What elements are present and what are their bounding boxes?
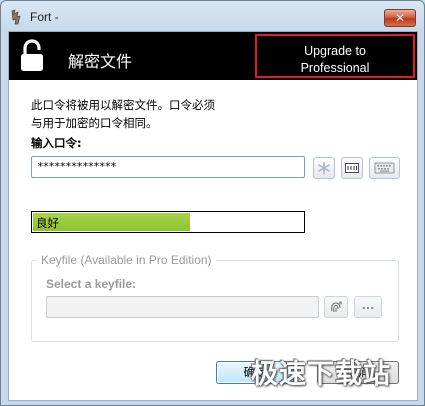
strength-label: 良好: [36, 216, 59, 230]
select-keyfile-label: Select a keyfile:: [46, 277, 137, 291]
keyfile-path-input[interactable]: [46, 296, 319, 318]
description-line-2: 与用于加密的口令相同。: [31, 116, 158, 130]
header-banner: 解密文件 Upgrade to Professional: [9, 32, 417, 80]
virtual-keyboard-button[interactable]: [369, 157, 400, 179]
description-text: 此口令将被用以解密文件。口令必须 与用于加密的口令相同。: [31, 96, 351, 132]
browse-keyfile-button[interactable]: ...: [354, 296, 382, 318]
upgrade-to-professional-link[interactable]: Upgrade to Professional: [255, 34, 415, 78]
fort-dialog-window: Fort - ✕ 解密文件 Upgrade to Professional 此口…: [0, 0, 425, 406]
fort-app-icon: [11, 9, 21, 25]
upgrade-line-2: Professional: [300, 61, 370, 75]
watermark-text: 极速下载站: [251, 359, 391, 390]
password-input[interactable]: **************: [31, 156, 305, 178]
lock-icon: [21, 39, 43, 71]
show-characters-button[interactable]: [341, 157, 363, 179]
upgrade-line-1: Upgrade to: [304, 44, 366, 58]
letters-icon: [345, 163, 359, 173]
window-title: Fort -: [30, 10, 59, 24]
fingerprint-icon: [331, 301, 343, 313]
password-label: 输入口令:: [31, 136, 82, 150]
asterisk-icon: [318, 161, 330, 175]
window-close-button[interactable]: ✕: [384, 9, 416, 27]
header-title: 解密文件: [68, 52, 133, 71]
password-strength-meter: 良好: [31, 211, 305, 233]
close-icon: ✕: [394, 11, 406, 25]
description-line-1: 此口令将被用以解密文件。口令必须: [31, 98, 215, 112]
generate-password-button[interactable]: [313, 157, 335, 179]
keyboard-icon: [374, 162, 395, 174]
title-bar[interactable]: Fort - ✕: [1, 1, 424, 31]
keyfile-generate-button[interactable]: [324, 296, 348, 318]
keyfile-group-label: Keyfile (Available in Pro Edition): [37, 253, 216, 267]
dialog-content: 解密文件 Upgrade to Professional 此口令将被用以解密文件…: [8, 31, 418, 401]
